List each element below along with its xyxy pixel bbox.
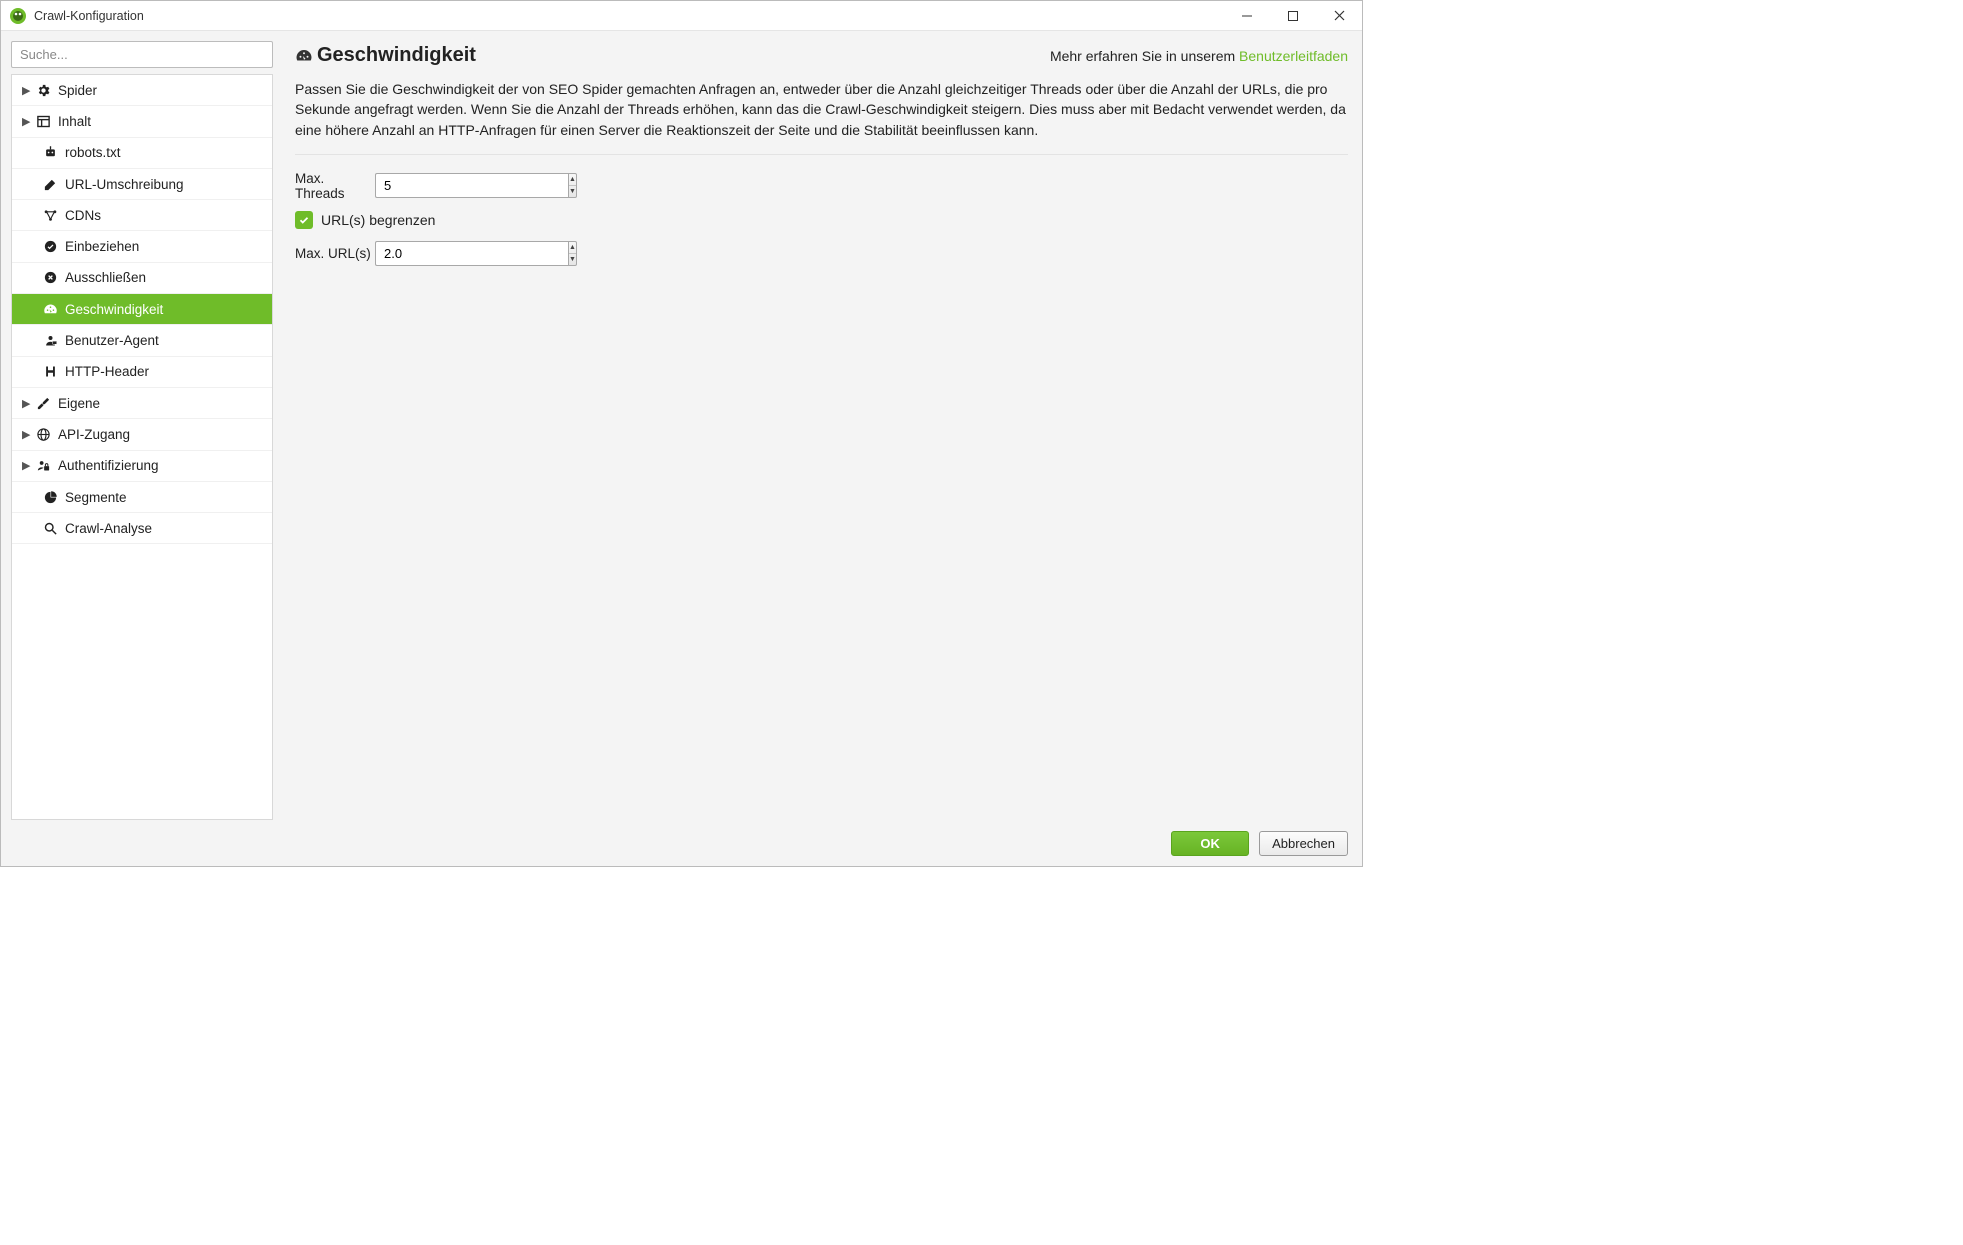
sidebar-item-url-rewrite[interactable]: URL-Umschreibung bbox=[12, 169, 272, 200]
limit-urls-label: URL(s) begrenzen bbox=[321, 212, 435, 228]
search-input[interactable]: Suche... bbox=[11, 41, 273, 68]
limit-urls-checkbox[interactable] bbox=[295, 211, 313, 229]
spinner-up-button[interactable]: ▲ bbox=[569, 242, 576, 254]
max-threads-row: Max. Threads ▲ ▼ bbox=[295, 171, 1348, 201]
caret-right-icon: ▶ bbox=[22, 459, 36, 472]
content-header: Geschwindigkeit Mehr erfahren Sie in uns… bbox=[295, 41, 1348, 79]
tools-icon bbox=[36, 396, 58, 411]
dialog-window: Crawl-Konfiguration Suche... ▶ bbox=[0, 0, 1363, 867]
max-urls-label: Max. URL(s) bbox=[295, 246, 375, 261]
spinner-down-button[interactable]: ▼ bbox=[569, 186, 576, 197]
max-urls-input[interactable] bbox=[375, 241, 568, 266]
guide-link[interactable]: Benutzerleitfaden bbox=[1239, 48, 1348, 64]
spinner-up-button[interactable]: ▲ bbox=[569, 174, 576, 186]
nav-tree: ▶ Spider ▶ Inhalt bbox=[11, 74, 273, 820]
max-threads-spinner[interactable]: ▲ ▼ bbox=[375, 173, 523, 198]
check-circle-icon bbox=[43, 239, 65, 254]
ok-button[interactable]: OK bbox=[1171, 831, 1249, 856]
spinner-buttons: ▲ ▼ bbox=[568, 241, 577, 266]
search-icon bbox=[43, 521, 65, 536]
speed-form: Max. Threads ▲ ▼ URL(s) begrenzen bbox=[295, 155, 1348, 276]
x-circle-icon bbox=[43, 270, 65, 285]
max-threads-input[interactable] bbox=[375, 173, 568, 198]
robot-icon bbox=[43, 145, 65, 160]
sidebar-item-include[interactable]: Einbeziehen bbox=[12, 231, 272, 262]
lock-user-icon bbox=[36, 458, 58, 473]
sidebar-item-useragent[interactable]: Benutzer-Agent bbox=[12, 325, 272, 356]
sidebar-item-custom[interactable]: ▶ Eigene bbox=[12, 388, 272, 419]
body: Suche... ▶ Spider ▶ Inhalt bbox=[1, 31, 1362, 820]
search-placeholder: Suche... bbox=[20, 47, 68, 62]
caret-right-icon: ▶ bbox=[22, 397, 36, 410]
sidebar-item-speed[interactable]: Geschwindigkeit bbox=[12, 294, 272, 325]
app-icon bbox=[9, 7, 27, 25]
dialog-footer: OK Abbrechen bbox=[1, 820, 1362, 866]
cancel-button[interactable]: Abbrechen bbox=[1259, 831, 1348, 856]
spinner-down-button[interactable]: ▼ bbox=[569, 254, 576, 265]
caret-right-icon: ▶ bbox=[22, 84, 36, 97]
gauge-icon bbox=[295, 47, 317, 65]
sidebar-item-segments[interactable]: Segmente bbox=[12, 482, 272, 513]
header-icon bbox=[43, 364, 65, 379]
content-panel: Geschwindigkeit Mehr erfahren Sie in uns… bbox=[273, 41, 1352, 820]
sidebar-item-exclude[interactable]: Ausschließen bbox=[12, 263, 272, 294]
max-threads-label: Max. Threads bbox=[295, 171, 375, 201]
titlebar: Crawl-Konfiguration bbox=[1, 1, 1362, 31]
edit-icon bbox=[43, 177, 65, 192]
window-minimize-button[interactable] bbox=[1224, 1, 1270, 31]
gauge-icon bbox=[43, 302, 65, 317]
gear-icon bbox=[36, 83, 58, 98]
window-maximize-button[interactable] bbox=[1270, 1, 1316, 31]
sidebar-item-auth[interactable]: ▶ Authentifizierung bbox=[12, 451, 272, 482]
network-icon bbox=[43, 208, 65, 223]
user-agent-icon bbox=[43, 333, 65, 348]
window-close-button[interactable] bbox=[1316, 1, 1362, 31]
max-urls-spinner[interactable]: ▲ ▼ bbox=[375, 241, 523, 266]
content-title: Geschwindigkeit bbox=[317, 44, 476, 67]
sidebar-item-httpheader[interactable]: HTTP-Header bbox=[12, 357, 272, 388]
sidebar-item-inhalt[interactable]: ▶ Inhalt bbox=[12, 106, 272, 137]
window-title: Crawl-Konfiguration bbox=[34, 9, 144, 23]
globe-icon bbox=[36, 427, 58, 442]
spinner-buttons: ▲ ▼ bbox=[568, 173, 577, 198]
caret-right-icon: ▶ bbox=[22, 115, 36, 128]
sidebar-item-cdns[interactable]: CDNs bbox=[12, 200, 272, 231]
caret-right-icon: ▶ bbox=[22, 428, 36, 441]
content-description: Passen Sie die Geschwindigkeit der von S… bbox=[295, 79, 1348, 155]
sidebar-item-robots[interactable]: robots.txt bbox=[12, 138, 272, 169]
layout-icon bbox=[36, 114, 58, 129]
sidebar-item-apiaccess[interactable]: ▶ API-Zugang bbox=[12, 419, 272, 450]
pie-chart-icon bbox=[43, 490, 65, 505]
sidebar: Suche... ▶ Spider ▶ Inhalt bbox=[11, 41, 273, 820]
limit-urls-row: URL(s) begrenzen bbox=[295, 211, 1348, 229]
max-urls-row: Max. URL(s) ▲ ▼ bbox=[295, 241, 1348, 266]
sidebar-item-spider[interactable]: ▶ Spider bbox=[12, 75, 272, 106]
guide-text: Mehr erfahren Sie in unserem Benutzerlei… bbox=[1050, 48, 1348, 64]
sidebar-item-crawlanalysis[interactable]: Crawl-Analyse bbox=[12, 513, 272, 544]
